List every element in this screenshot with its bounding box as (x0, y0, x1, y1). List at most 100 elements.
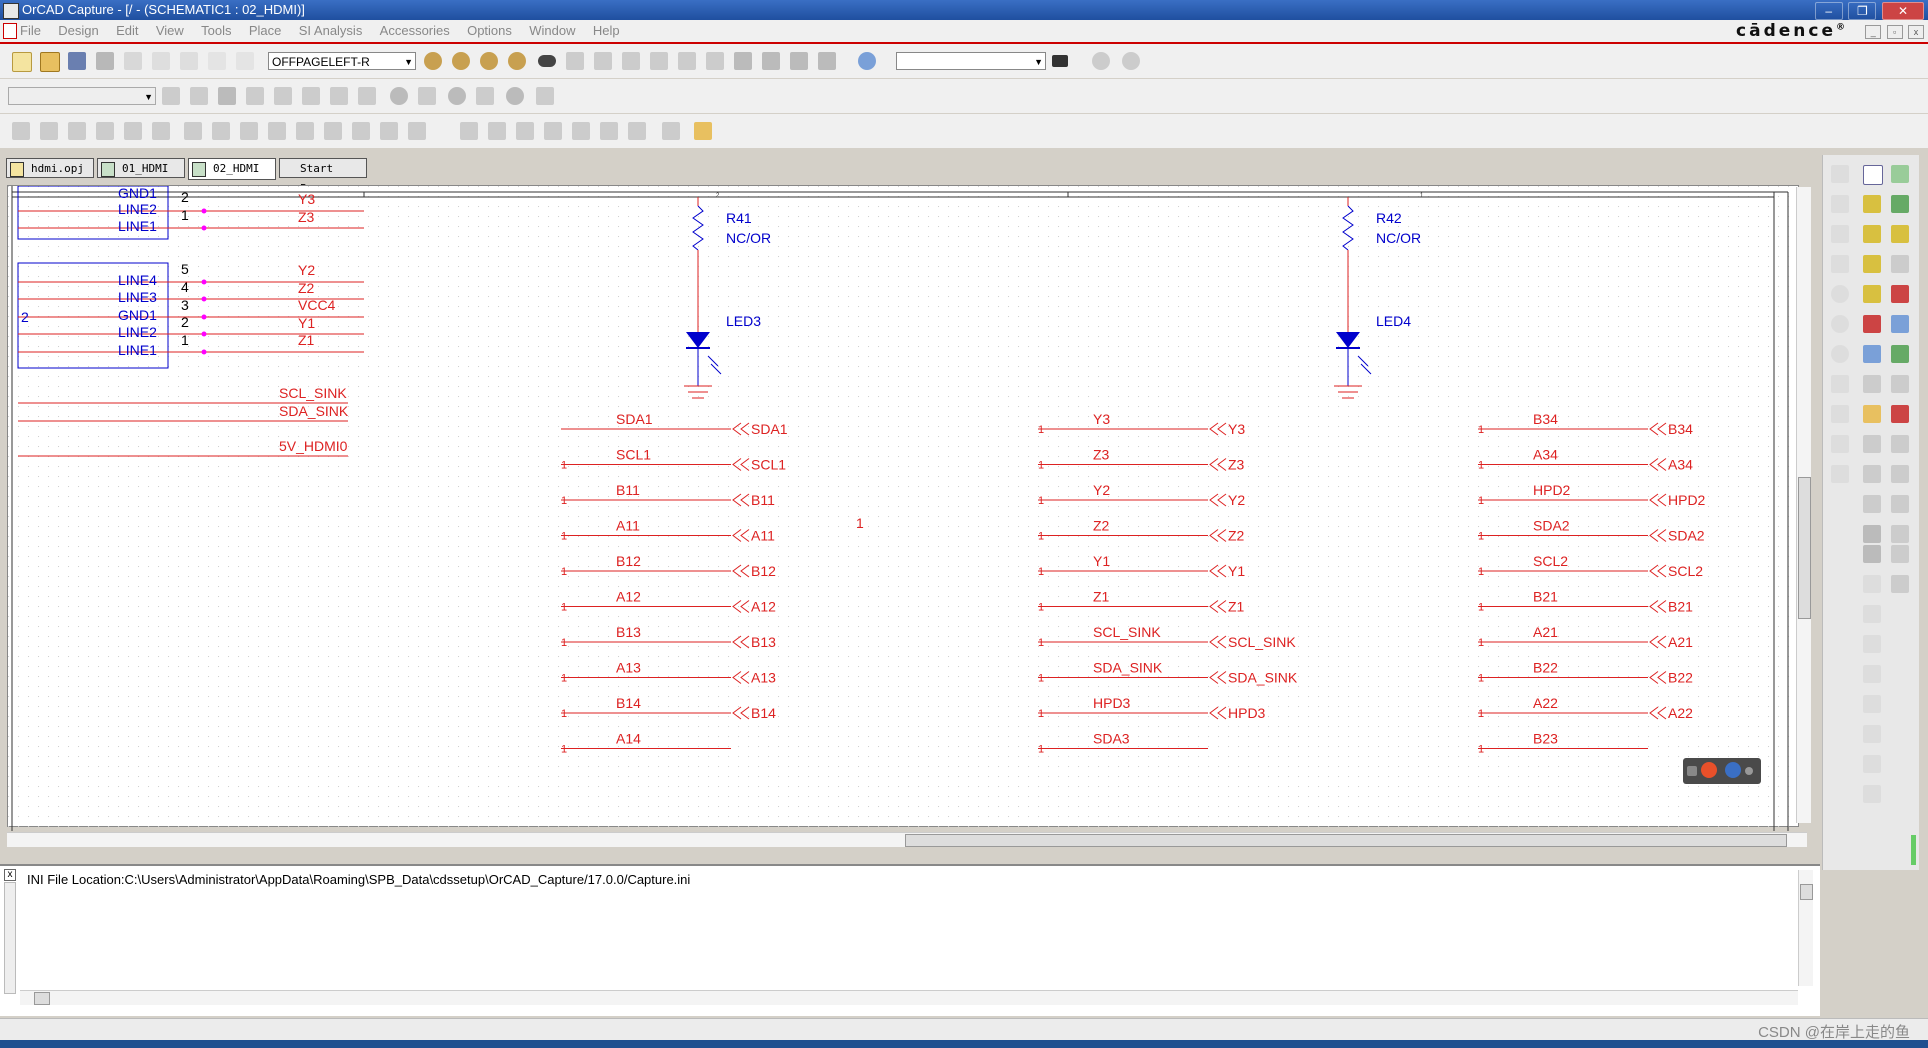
refresh-icon[interactable] (1831, 345, 1849, 363)
chevron-down-icon[interactable]: ▼ (144, 88, 153, 106)
marker-group-delay-icon[interactable] (358, 87, 376, 105)
offpage-label[interactable]: A21 (1668, 634, 1693, 650)
net-label[interactable]: SCL_SINK (1093, 624, 1161, 640)
project-manager-icon[interactable] (818, 52, 836, 70)
bom-icon[interactable] (706, 52, 724, 70)
canvas-vertical-scrollbar[interactable] (1796, 187, 1811, 823)
run-icon[interactable] (218, 87, 236, 105)
net-label[interactable]: Z2 (1093, 518, 1110, 534)
align-left-icon[interactable] (460, 122, 478, 140)
cross-reference-icon[interactable] (678, 52, 696, 70)
marker-icon[interactable] (274, 87, 292, 105)
net-label[interactable]: SCL2 (1533, 553, 1568, 569)
menu-place[interactable]: Place (249, 23, 282, 38)
eye-icon[interactable] (538, 55, 556, 67)
offpage-label[interactable]: A13 (751, 670, 776, 686)
net-label[interactable]: Y2 (298, 262, 315, 278)
voltage-diff-marker-icon[interactable] (418, 87, 436, 105)
chevron-down-icon[interactable]: ▼ (404, 53, 413, 71)
annotate-icon[interactable] (566, 52, 584, 70)
offpage-label[interactable]: B22 (1668, 670, 1693, 686)
menu-edit[interactable]: Edit (116, 23, 138, 38)
auto-wire-icon[interactable] (1891, 525, 1909, 543)
place-polyline-icon[interactable] (1863, 405, 1881, 423)
group-icon[interactable] (1831, 405, 1849, 423)
net-label[interactable]: SDA2 (1533, 518, 1570, 534)
offpage-label[interactable]: B34 (1668, 421, 1693, 437)
net-label[interactable]: A13 (616, 660, 641, 676)
offpage-label[interactable]: HPD3 (1228, 705, 1266, 721)
document-icon[interactable] (3, 23, 17, 39)
offpage-label[interactable]: SCL1 (751, 457, 786, 473)
offpage-label[interactable]: B14 (751, 705, 776, 721)
menu-window[interactable]: Window (529, 23, 575, 38)
place-net-group-icon[interactable] (1863, 635, 1881, 653)
place-offpage-icon[interactable] (212, 122, 230, 140)
power-marker-icon[interactable] (476, 87, 494, 105)
place-junction-icon[interactable] (1891, 225, 1909, 243)
offpage-label[interactable]: B11 (751, 492, 775, 508)
menu-view[interactable]: View (156, 23, 184, 38)
net-label[interactable]: B21 (1533, 589, 1558, 605)
voltage-marker-icon[interactable] (390, 87, 408, 105)
offpage-label[interactable]: SDA1 (751, 421, 788, 437)
global-icon[interactable] (1831, 165, 1849, 183)
snap-grid-icon[interactable] (734, 52, 752, 70)
close-icon[interactable]: x (4, 869, 16, 881)
scrollbar-thumb[interactable] (34, 992, 50, 1005)
net-label[interactable]: HPD2 (1533, 482, 1571, 498)
clipboard-icon[interactable] (694, 122, 712, 140)
menu-design[interactable]: Design (58, 23, 98, 38)
forward-arrow-icon[interactable] (1122, 52, 1140, 70)
close-button[interactable]: ✕ (1882, 2, 1924, 20)
net-label[interactable]: Y3 (1093, 411, 1110, 427)
place-bus-icon[interactable] (1863, 225, 1881, 243)
new-profile-icon[interactable] (162, 87, 180, 105)
scrollbar-thumb[interactable] (1800, 884, 1813, 900)
align-bottom-icon[interactable] (600, 122, 618, 140)
edit-profile-icon[interactable] (190, 87, 208, 105)
auto-wire-connect-icon[interactable] (1863, 575, 1881, 593)
zoom-out-icon[interactable] (452, 52, 470, 70)
new-icon[interactable] (12, 52, 32, 72)
offpage-label[interactable]: SDA_SINK (1228, 670, 1298, 686)
net-label[interactable]: SDA1 (616, 411, 653, 427)
session-log-vertical-scrollbar[interactable] (1798, 870, 1813, 986)
place-port-icon[interactable] (96, 122, 114, 140)
net-label[interactable]: SCL1 (616, 447, 651, 463)
menu-si-analysis[interactable]: SI Analysis (299, 23, 363, 38)
net-label[interactable]: A22 (1533, 695, 1558, 711)
distribute-horizontal-icon[interactable] (628, 122, 646, 140)
net-label-5v-hdmi0[interactable]: 5V_HDMI0 (279, 438, 348, 454)
net-label[interactable]: B23 (1533, 731, 1558, 747)
net-label[interactable]: Z1 (298, 332, 315, 348)
place-ground-icon[interactable] (1891, 285, 1909, 303)
schematic-svg[interactable]: 2 1 GND1 LINE2 LINE1 2 1 Y3 Z3 2 LINE4 L… (8, 186, 1798, 831)
restore-button[interactable]: ❐ (1848, 2, 1877, 20)
scrollbar-thumb[interactable] (905, 834, 1787, 847)
offpage-label[interactable]: Y3 (1228, 421, 1245, 437)
menu-help[interactable]: Help (593, 23, 620, 38)
sogou-icon[interactable] (1701, 762, 1717, 778)
menu-file[interactable]: File (20, 23, 41, 38)
menu-accessories[interactable]: Accessories (380, 23, 450, 38)
netlist-icon[interactable] (650, 52, 668, 70)
rotate-icon[interactable] (1831, 285, 1849, 303)
offpage-label[interactable]: A34 (1668, 457, 1693, 473)
script-icon[interactable] (1891, 545, 1909, 563)
no-connect-icon[interactable] (1863, 375, 1881, 393)
net-label[interactable]: B13 (616, 624, 641, 640)
net-label[interactable]: B11 (616, 482, 640, 498)
place-text-icon[interactable] (1891, 465, 1909, 483)
place-text-icon[interactable] (324, 122, 342, 140)
place-net-group-icon[interactable] (40, 122, 58, 140)
paste-icon[interactable] (180, 52, 198, 70)
place-bookmark-icon[interactable] (1863, 665, 1881, 683)
watt-marker-icon[interactable] (506, 87, 524, 105)
offpage-label[interactable]: HPD2 (1668, 492, 1706, 508)
place-arc-icon[interactable] (1863, 465, 1881, 483)
place-part-icon[interactable] (12, 122, 30, 140)
place-table-icon[interactable] (408, 122, 426, 140)
net-label[interactable]: Z2 (298, 280, 315, 296)
place-offpage-icon[interactable] (1891, 345, 1909, 363)
